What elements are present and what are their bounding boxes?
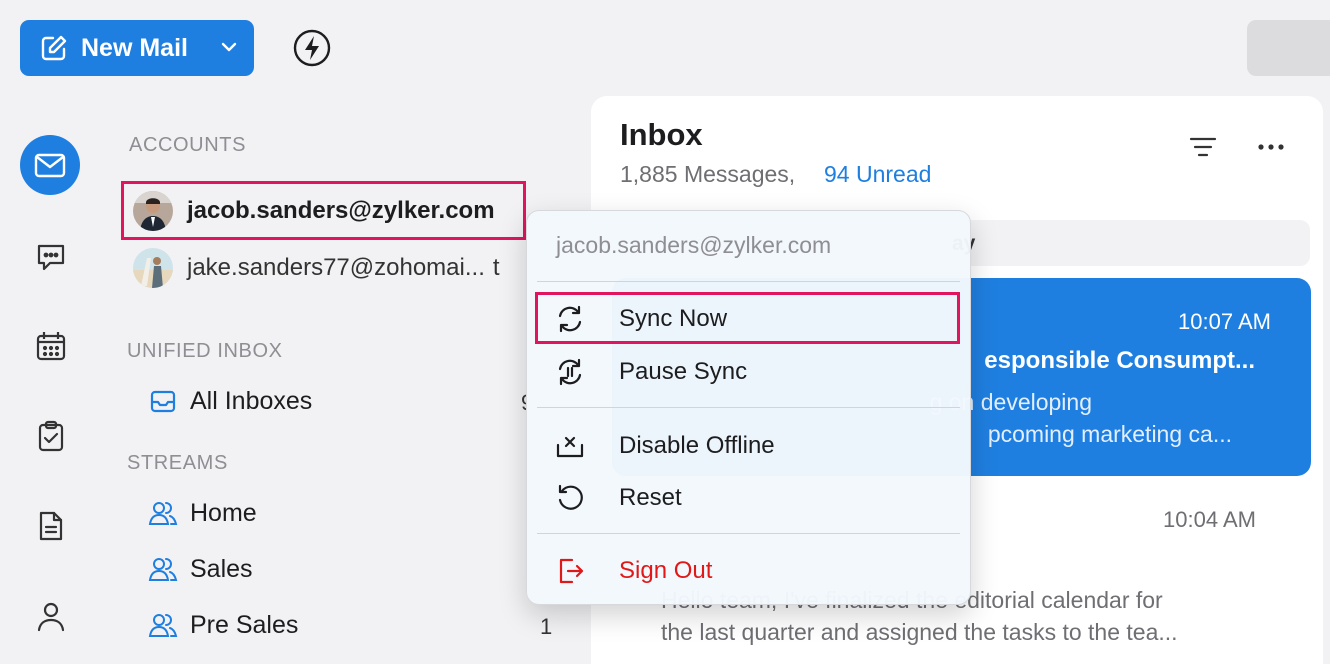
contacts-icon xyxy=(37,602,65,632)
pre-sales-count: 1 xyxy=(540,614,553,639)
stream-item-home[interactable]: Home xyxy=(148,498,257,528)
message-count: 1,885 Messages, xyxy=(620,161,796,187)
mail-time: 10:04 AM xyxy=(1163,507,1256,532)
mail-icon xyxy=(34,153,66,178)
new-mail-label: New Mail xyxy=(81,33,188,62)
rail-mail[interactable] xyxy=(20,135,80,195)
notes-icon xyxy=(39,511,63,541)
mail-preview-line: the last quarter and assigned the tasks … xyxy=(661,619,1178,645)
menu-item-label: Sign Out xyxy=(619,557,713,584)
rail-chat[interactable] xyxy=(20,226,82,288)
group-icon xyxy=(148,554,178,584)
group-icon xyxy=(148,498,178,528)
account-item-jake[interactable]: jake.sanders77@zohomai... t xyxy=(133,248,528,288)
quick-actions-bolt-icon[interactable] xyxy=(292,28,332,68)
account-email-tail: t xyxy=(492,254,500,281)
sign-out-icon xyxy=(553,554,587,588)
toolbar-right-button[interactable] xyxy=(1247,20,1330,76)
account-email: jake.sanders77@zohomai... xyxy=(187,254,485,281)
unread-count-link[interactable]: 94 Unread xyxy=(824,161,931,188)
menu-item-label: Pause Sync xyxy=(619,358,748,385)
stream-label: Home xyxy=(190,498,257,527)
compose-icon xyxy=(40,34,68,62)
menu-item-sign-out[interactable]: Sign Out xyxy=(537,546,960,596)
folder-label: All Inboxes xyxy=(190,386,313,415)
stream-label: Pre Sales xyxy=(190,610,299,639)
unified-inbox-heading: UNIFIED INBOX xyxy=(127,340,283,362)
new-mail-button[interactable]: New Mail xyxy=(20,20,254,76)
more-options-icon[interactable] xyxy=(1254,130,1288,164)
menu-item-disable-offline[interactable]: Disable Offline xyxy=(537,421,960,471)
menu-item-label: Disable Offline xyxy=(619,432,775,459)
avatar xyxy=(133,248,173,288)
rail-calendar[interactable] xyxy=(20,315,82,377)
account-context-menu: jacob.sanders@zylker.com Sync Now Pause … xyxy=(526,210,971,605)
chat-icon xyxy=(37,244,65,271)
streams-heading: STREAMS xyxy=(127,452,228,474)
context-menu-account: jacob.sanders@zylker.com xyxy=(556,232,832,258)
chevron-down-icon[interactable] xyxy=(218,36,240,58)
accounts-heading: ACCOUNTS xyxy=(129,134,247,156)
disable-offline-icon xyxy=(553,429,587,463)
menu-divider xyxy=(537,407,960,408)
menu-divider xyxy=(537,533,960,534)
highlight-box-account xyxy=(121,181,526,240)
highlight-box-sync-now xyxy=(535,292,960,344)
page-title: Inbox xyxy=(620,117,703,152)
tasks-icon xyxy=(38,420,64,452)
rail-contacts[interactable] xyxy=(20,585,82,647)
filter-icon[interactable] xyxy=(1186,130,1220,164)
stream-item-sales[interactable]: Sales xyxy=(148,554,253,584)
group-icon xyxy=(148,610,178,640)
rail-notes[interactable] xyxy=(20,495,82,557)
menu-divider xyxy=(537,281,960,282)
mail-time: 10:07 AM xyxy=(1178,309,1271,334)
pause-sync-icon xyxy=(553,355,587,389)
rail-tasks[interactable] xyxy=(20,405,82,467)
inbox-tray-icon xyxy=(148,386,178,416)
menu-item-label: Reset xyxy=(619,484,682,511)
folder-all-inboxes[interactable]: All Inboxes xyxy=(148,386,312,416)
stream-item-pre-sales[interactable]: Pre Sales xyxy=(148,610,298,640)
menu-item-reset[interactable]: Reset xyxy=(537,473,960,523)
menu-item-pause-sync[interactable]: Pause Sync xyxy=(537,347,960,397)
calendar-icon xyxy=(36,332,66,361)
reset-icon xyxy=(553,481,587,515)
stream-label: Sales xyxy=(190,554,253,583)
